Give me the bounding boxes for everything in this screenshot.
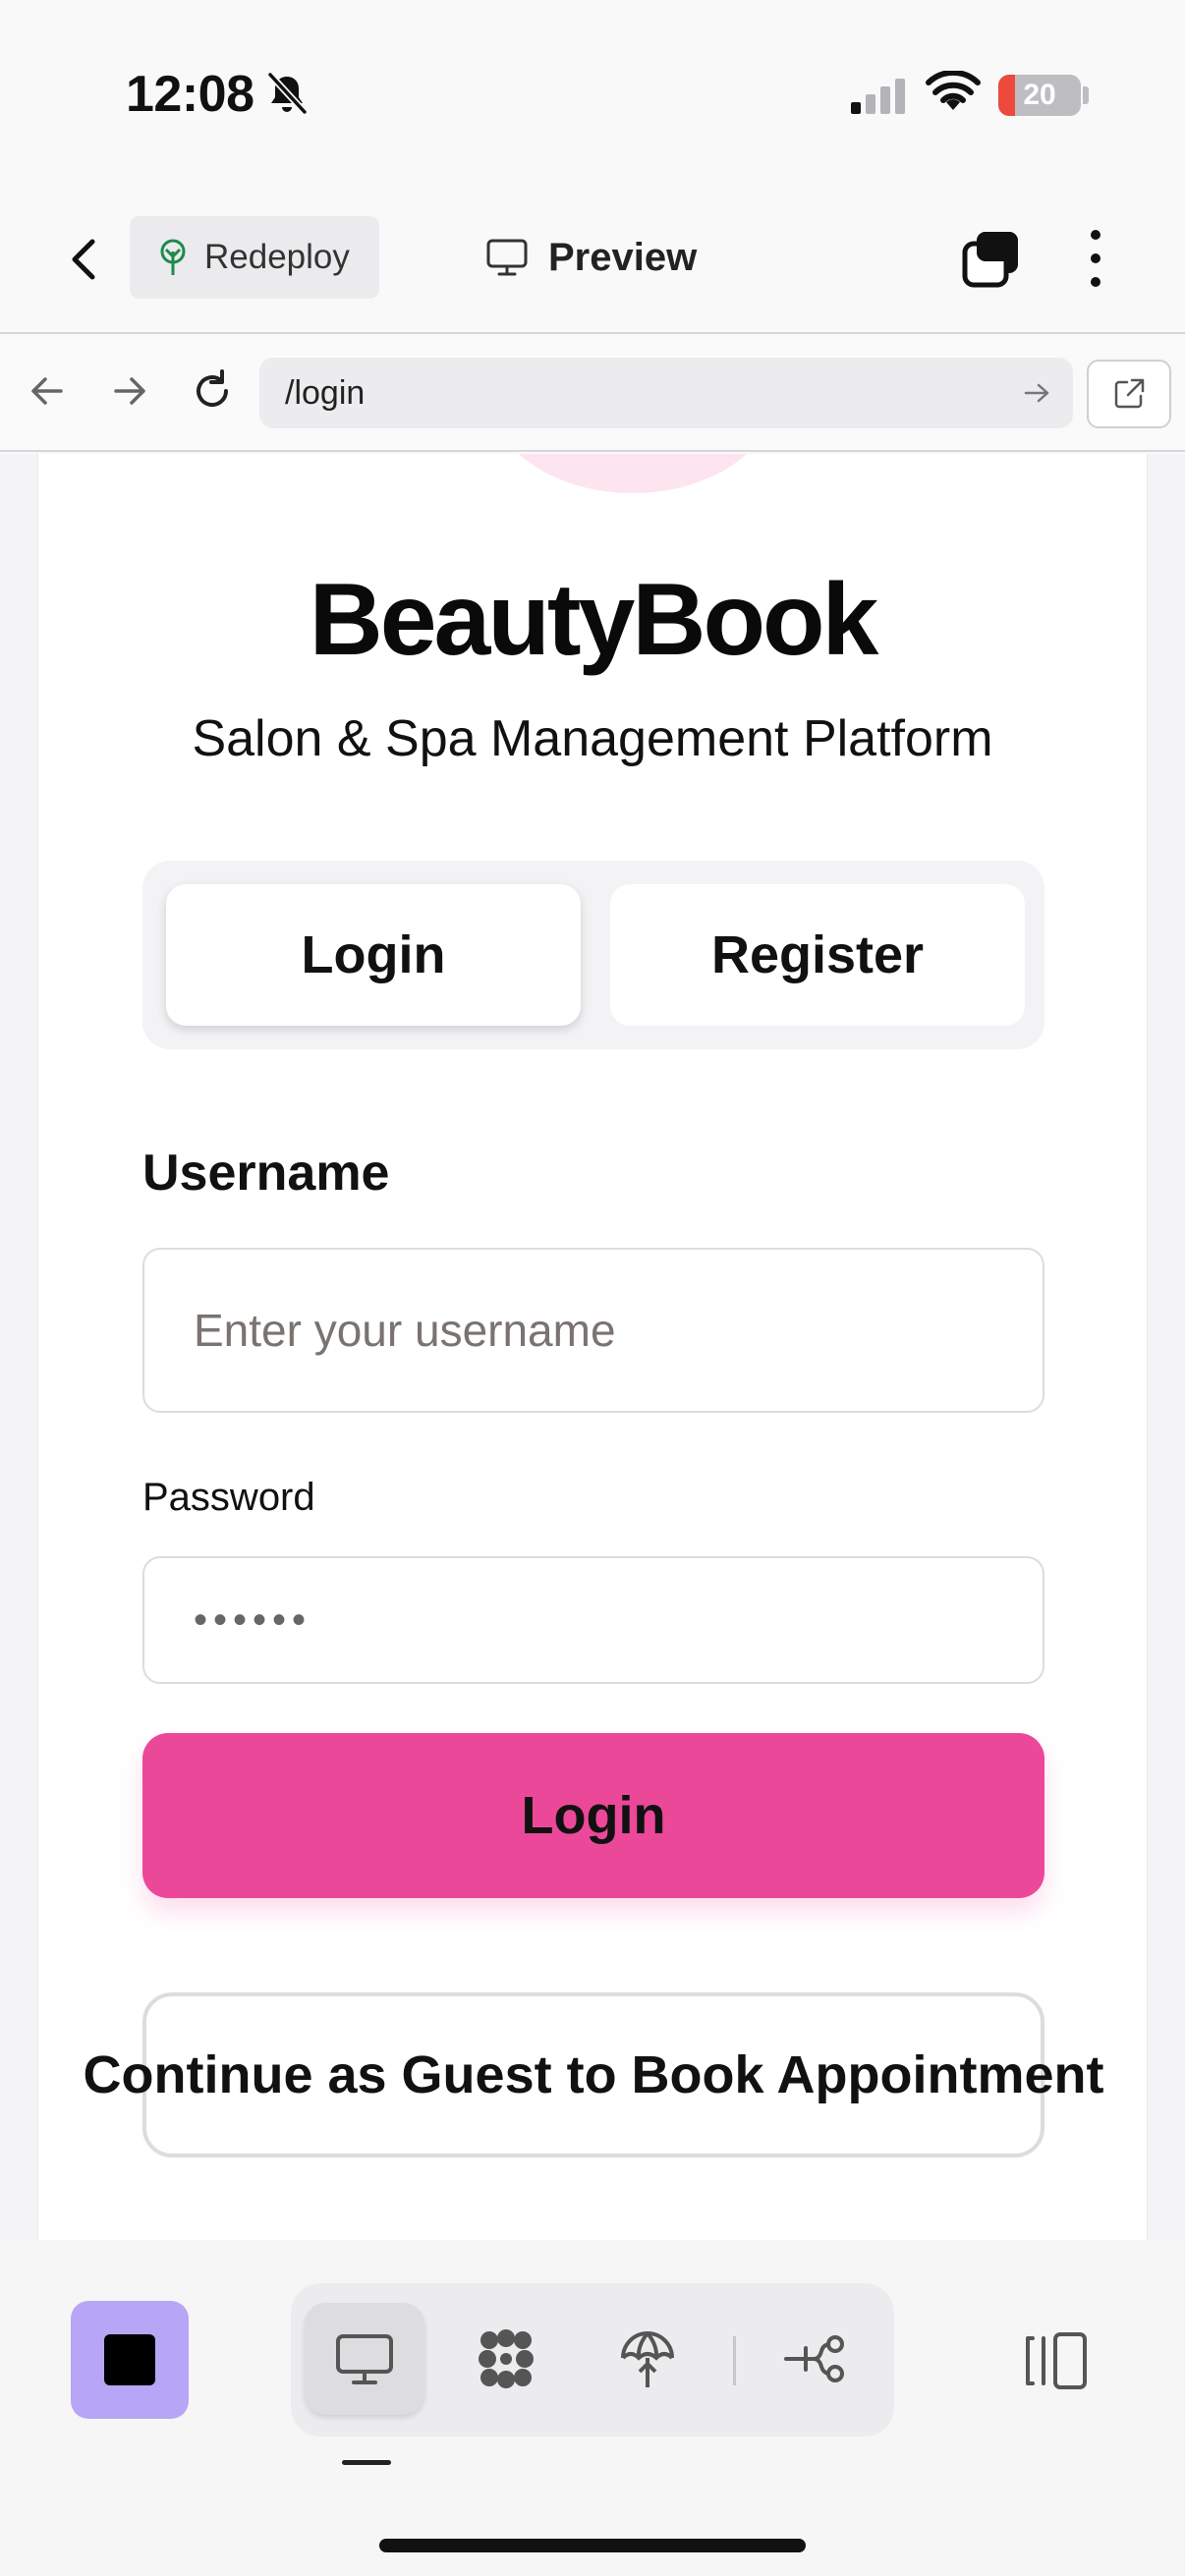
chevron-left-icon[interactable] [59, 230, 112, 289]
url-field[interactable]: /login [259, 358, 1073, 428]
arrow-left-icon[interactable] [22, 365, 73, 417]
battery-nub [1083, 86, 1089, 104]
active-tab-indicator [342, 2460, 391, 2465]
home-indicator[interactable] [379, 2539, 806, 2552]
login-button[interactable]: Login [142, 1733, 1044, 1898]
stop-icon [104, 2334, 155, 2385]
battery-icon: 20 [998, 75, 1081, 116]
auth-tabs: Login Register [142, 861, 1044, 1049]
clock: 12:08 [126, 66, 254, 123]
login-card: BeautyBook Salon & Spa Management Platfo… [37, 454, 1148, 2240]
redeploy-button[interactable]: Redeploy [130, 216, 379, 299]
guest-button[interactable] [142, 1992, 1044, 2157]
toolbar-divider [733, 2336, 736, 2385]
more-vertical-icon[interactable] [1081, 226, 1110, 291]
page-viewport: BeautyBook Salon & Spa Management Platfo… [0, 454, 1185, 2240]
preview-view-button[interactable] [305, 2303, 424, 2415]
password-label: Password [142, 1476, 315, 1519]
monitor-icon [486, 239, 528, 276]
redeploy-label: Redeploy [204, 238, 350, 276]
cellular-signal-icon [851, 79, 905, 114]
reload-icon[interactable] [187, 365, 238, 417]
app-toolbar: Redeploy Preview [0, 196, 1185, 334]
preview-tab[interactable]: Preview [485, 228, 697, 287]
open-external-button[interactable] [1087, 360, 1171, 428]
tab-login[interactable]: Login [166, 884, 581, 1026]
brand-tagline: Salon & Spa Management Platform [192, 710, 993, 767]
arrow-right-icon[interactable] [104, 365, 155, 417]
wifi-icon [926, 71, 981, 110]
bottom-toolbar [0, 2240, 1185, 2576]
username-label: Username [142, 1145, 390, 1202]
deploy-view-button[interactable] [588, 2303, 707, 2415]
bell-off-icon [267, 72, 308, 115]
status-bar: 12:08 20 [0, 0, 1185, 187]
deploy-icon [621, 2331, 674, 2387]
view-switcher [291, 2283, 894, 2436]
tabs-icon[interactable] [961, 228, 1022, 289]
preview-label: Preview [548, 235, 698, 279]
url-text: /login [285, 373, 366, 412]
git-view-button[interactable] [755, 2303, 875, 2415]
stop-button[interactable] [71, 2301, 189, 2419]
external-link-icon [1114, 378, 1145, 409]
brand-title: BeautyBook [309, 563, 879, 677]
workspace-view-button[interactable] [446, 2303, 566, 2415]
tree-icon [160, 239, 186, 275]
monitor-icon [336, 2334, 393, 2384]
tab-register[interactable]: Register [610, 884, 1025, 1026]
browser-url-bar: /login [0, 336, 1185, 452]
arrow-go-icon[interactable] [1020, 377, 1053, 409]
side-panel-icon[interactable] [1018, 2330, 1089, 2391]
battery-percent: 20 [1023, 79, 1056, 111]
logo-circle [490, 454, 775, 493]
password-input[interactable] [142, 1556, 1044, 1684]
username-input[interactable] [142, 1248, 1044, 1413]
workspace-icon [479, 2329, 534, 2388]
git-branch-icon [784, 2335, 844, 2382]
